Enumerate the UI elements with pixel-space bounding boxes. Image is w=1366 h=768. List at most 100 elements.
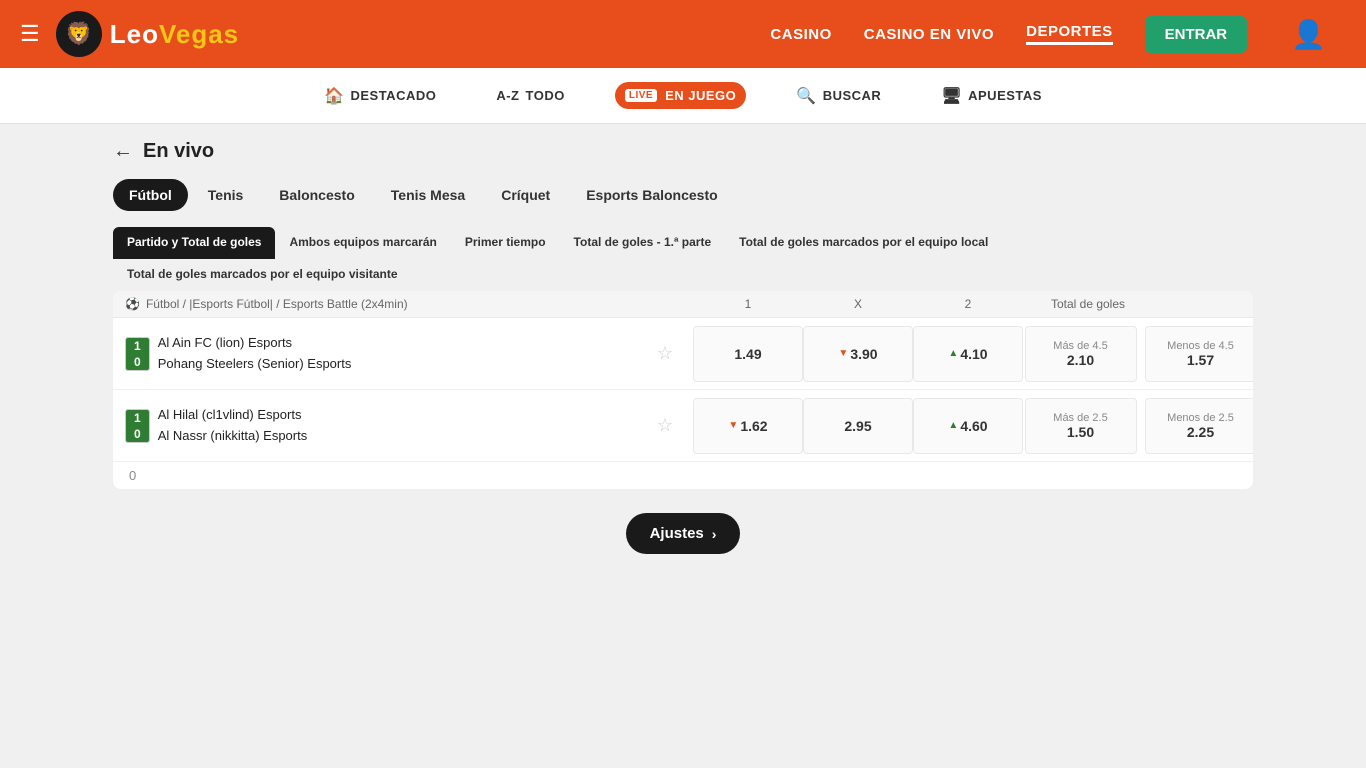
match2-odds-1-value: 1.62 [740,418,767,434]
match1-total-mas-label: Más de 4.5 [1053,340,1107,352]
match2-teams: Al Hilal (cl1vlind) Esports Al Nassr (ni… [158,405,641,447]
nav-casino-en-vivo[interactable]: CASINO EN VIVO [864,26,994,43]
match2-odds-1-cell[interactable]: ▼ 1.62 [693,398,803,454]
match2-total-menos[interactable]: Menos de 2.5 2.25 [1145,398,1254,454]
sport-tab-tenis-mesa[interactable]: Tenis Mesa [375,179,481,211]
sport-tab-futbol[interactable]: Fútbol [113,179,188,211]
market-tabs: Partido y Total de goles Ambos equipos m… [113,227,1253,291]
match2-favorite-icon[interactable]: ☆ [657,415,673,436]
match2-team2: Al Nassr (nikkitta) Esports [158,426,641,447]
market-tab-total-local[interactable]: Total de goles marcados por el equipo lo… [725,227,1002,259]
match1-score-top: 1 [126,338,149,354]
market-tab-total-1a-parte[interactable]: Total de goles - 1.ª parte [560,227,726,259]
category-path: ⚽ Fútbol / |Esports Fútbol| / Esports Ba… [113,297,693,311]
sport-tab-baloncesto[interactable]: Baloncesto [263,179,370,211]
table-row: 1 0 Al Ain FC (lion) Esports Pohang Stee… [113,318,1253,390]
logo-text: LeoVegas [110,19,239,50]
match2-score-badge: 1 0 [125,409,150,443]
header: ☰ 🦁 LeoVegas CASINO CASINO EN VIVO DEPOR… [0,0,1366,68]
match1-team2: Pohang Steelers (Senior) Esports [158,354,641,375]
category-text: Fútbol / |Esports Fútbol| / Esports Batt… [146,297,408,311]
match1-odds-2-cell[interactable]: ▲ 4.10 [913,326,1023,382]
subnav-item-todo[interactable]: A-Z TODO [486,82,575,109]
match2-team1: Al Hilal (cl1vlind) Esports [158,405,641,426]
match2-odds-x-value: 2.95 [844,418,871,434]
subnav-item-buscar[interactable]: 🔍 BUSCAR [786,80,891,112]
nav-casino[interactable]: CASINO [770,26,831,43]
back-arrow-icon[interactable]: ← [113,140,133,163]
match1-odds-2-arrow: ▲ [948,348,958,359]
match1-odds-2[interactable]: ▲ 4.10 [913,326,1023,382]
main-content: ← En vivo Fútbol Tenis Baloncesto Tenis … [93,124,1273,586]
match2-odds-2[interactable]: ▲ 4.60 [913,398,1023,454]
az-icon: A-Z [496,88,519,103]
category-row: ⚽ Fútbol / |Esports Fútbol| / Esports Ba… [113,291,1253,318]
match1-odds-1-value: 1.49 [734,346,761,362]
sport-tab-esports-baloncesto[interactable]: Esports Baloncesto [570,179,733,211]
match1-favorite-icon[interactable]: ☆ [657,343,673,364]
sport-tab-criquet[interactable]: Críquet [485,179,566,211]
market-tab-partido-total[interactable]: Partido y Total de goles [113,227,275,259]
col-header-1: 1 [693,297,803,311]
market-tab-primer-tiempo[interactable]: Primer tiempo [451,227,560,259]
match2-total-mas[interactable]: Más de 2.5 1.50 [1025,398,1137,454]
match2-odds-2-cell[interactable]: ▲ 4.60 [913,398,1023,454]
col-header-total: Total de goles [1023,297,1153,311]
subnav-label-apuestas: APUESTAS [968,88,1042,103]
subnav-label-en-juego: EN JUEGO [665,88,736,103]
match1-odds-x-value: 3.90 [850,346,877,362]
match1-event: 1 0 Al Ain FC (lion) Esports Pohang Stee… [113,325,693,383]
match1-score-bottom: 0 [126,354,149,370]
market-tab-total-visitante[interactable]: Total de goles marcados por el equipo vi… [113,259,412,291]
football-icon: ⚽ [125,297,140,311]
match1-odds-x-cell[interactable]: ▼ 3.90 [803,326,913,382]
subnav-label-destacado: DESTACADO [350,88,436,103]
nav-deportes[interactable]: DEPORTES [1026,23,1113,45]
match2-odds-x-cell[interactable]: 2.95 [803,398,913,454]
col-header-x: X [803,297,913,311]
match1-total-mas[interactable]: Más de 4.5 2.10 [1025,326,1137,382]
match1-total-menos-label: Menos de 4.5 [1167,340,1234,352]
sport-tabs: Fútbol Tenis Baloncesto Tenis Mesa Críqu… [113,179,1253,211]
logo-lion-icon: 🦁 [56,11,102,57]
match2-odds-1-arrow: ▼ [728,420,738,431]
match1-odds-1-cell[interactable]: 1.49 [693,326,803,382]
match1-total-mas-value: 2.10 [1067,352,1094,368]
match2-odds-2-value: 4.60 [960,418,987,434]
match2-total-menos-value: 2.25 [1187,424,1214,440]
match1-odds-x-arrow: ▼ [838,348,848,359]
match2-odds-1[interactable]: ▼ 1.62 [693,398,803,454]
match2-odds-2-arrow: ▲ [948,420,958,431]
ajustes-container: Ajustes › [113,513,1253,554]
match2-event: 1 0 Al Hilal (cl1vlind) Esports Al Nassr… [113,397,693,455]
ajustes-button[interactable]: Ajustes › [626,513,741,554]
market-tab-ambos[interactable]: Ambos equipos marcarán [275,227,450,259]
menu-icon[interactable]: ☰ [20,21,40,47]
header-nav: CASINO CASINO EN VIVO DEPORTES ENTRAR 👤 [770,16,1326,53]
apuestas-icon: 🖥 [941,86,962,106]
subnav-item-destacado[interactable]: 🏠 DESTACADO [314,80,446,112]
live-badge: LIVE [625,89,657,102]
count-zero: 0 [113,462,1253,489]
match1-score-badge: 1 0 [125,337,150,371]
page-title: En vivo [143,140,214,163]
entrar-button[interactable]: ENTRAR [1145,16,1248,53]
subnav-item-apuestas[interactable]: 🖥 APUESTAS [931,80,1052,112]
match1-odds-2-value: 4.10 [960,346,987,362]
subnav-label-todo: TODO [526,88,565,103]
match1-odds-1[interactable]: 1.49 [693,326,803,382]
betting-section: Partido y Total de goles Ambos equipos m… [113,227,1253,489]
subnav-item-en-juego[interactable]: LIVE EN JUEGO [615,82,746,109]
match1-odds-x[interactable]: ▼ 3.90 [803,326,913,382]
sport-tab-tenis[interactable]: Tenis [192,179,260,211]
col-header-2: 2 [913,297,1023,311]
match1-team1: Al Ain FC (lion) Esports [158,333,641,354]
match2-odds-x[interactable]: 2.95 [803,398,913,454]
user-icon[interactable]: 👤 [1291,18,1326,51]
subnav: 🏠 DESTACADO A-Z TODO LIVE EN JUEGO 🔍 BUS… [0,68,1366,124]
back-header: ← En vivo [113,140,1253,163]
logo-vegas-text: Vegas [159,19,239,49]
match2-totals: Más de 2.5 1.50 Menos de 2.5 2.25 [1023,398,1253,454]
match1-total-menos[interactable]: Menos de 4.5 1.57 [1145,326,1254,382]
subnav-label-buscar: BUSCAR [823,88,882,103]
